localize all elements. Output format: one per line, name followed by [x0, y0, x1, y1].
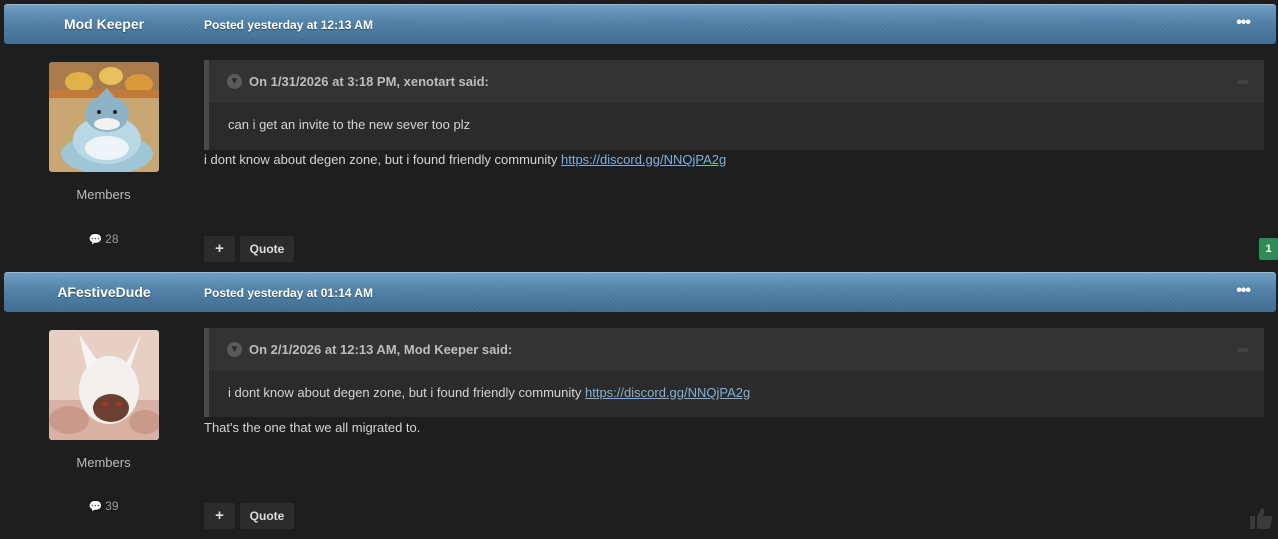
quote-citation: On 1/31/2026 at 3:18 PM, xenotart said:	[249, 74, 489, 89]
posted-date[interactable]: Posted yesterday at 01:14 AM	[204, 286, 373, 300]
chevron-down-icon[interactable]: ▼	[227, 342, 242, 357]
post-count-value: 28	[105, 232, 119, 246]
add-button[interactable]: +	[204, 503, 235, 529]
author-name[interactable]: Mod Keeper	[4, 16, 204, 32]
post-count: 💬 28	[0, 232, 207, 246]
quote-header: ▼ On 2/1/2026 at 12:13 AM, Mod Keeper sa…	[209, 328, 1264, 371]
posted-date[interactable]: Posted yesterday at 12:13 AM	[204, 18, 373, 32]
quote-block: ▼ On 2/1/2026 at 12:13 AM, Mod Keeper sa…	[204, 328, 1264, 417]
chevron-down-icon[interactable]: ▼	[227, 74, 242, 89]
discord-link[interactable]: https://discord.gg/NNQjPA2g	[585, 385, 750, 400]
share-arrow-icon[interactable]: ➦	[1237, 340, 1250, 360]
post-content: i dont know about degen zone, but i foun…	[204, 152, 726, 167]
discord-link[interactable]: https://discord.gg/NNQjPA2g	[561, 152, 726, 167]
post-header: Mod Keeper Posted yesterday at 12:13 AM …	[4, 4, 1276, 44]
quote-button[interactable]: Quote	[240, 236, 294, 262]
reputation-badge[interactable]: 1	[1259, 238, 1278, 260]
quote-button[interactable]: Quote	[240, 503, 294, 529]
share-arrow-icon[interactable]: ➦	[1237, 72, 1250, 92]
post-count-value: 39	[105, 499, 119, 513]
quote-header: ▼ On 1/31/2026 at 3:18 PM, xenotart said…	[209, 60, 1264, 103]
thumbs-up-icon[interactable]	[1248, 505, 1274, 531]
avatar[interactable]	[49, 62, 159, 172]
quote-text: can i get an invite to the new sever too…	[228, 117, 471, 132]
avatar[interactable]	[49, 330, 159, 440]
add-button[interactable]: +	[204, 236, 235, 262]
author-name[interactable]: AFestiveDude	[4, 284, 204, 300]
post-header: AFestiveDude Posted yesterday at 01:14 A…	[4, 272, 1276, 312]
post-menu-icon[interactable]: •••	[1236, 14, 1251, 32]
comment-icon: 💬	[88, 501, 103, 513]
member-group: Members	[76, 187, 131, 202]
post-count: 💬 39	[0, 499, 207, 513]
quote-block: ▼ On 1/31/2026 at 3:18 PM, xenotart said…	[204, 60, 1264, 150]
quote-text: i dont know about degen zone, but i foun…	[228, 385, 585, 400]
member-group: Members	[76, 455, 131, 470]
post-menu-icon[interactable]: •••	[1236, 282, 1251, 300]
comment-icon: 💬	[88, 234, 103, 246]
quote-content: i dont know about degen zone, but i foun…	[209, 371, 1264, 414]
quote-citation: On 2/1/2026 at 12:13 AM, Mod Keeper said…	[249, 342, 513, 357]
post-text: That's the one that we all migrated to.	[204, 420, 421, 435]
post-text: i dont know about degen zone, but i foun…	[204, 152, 561, 167]
